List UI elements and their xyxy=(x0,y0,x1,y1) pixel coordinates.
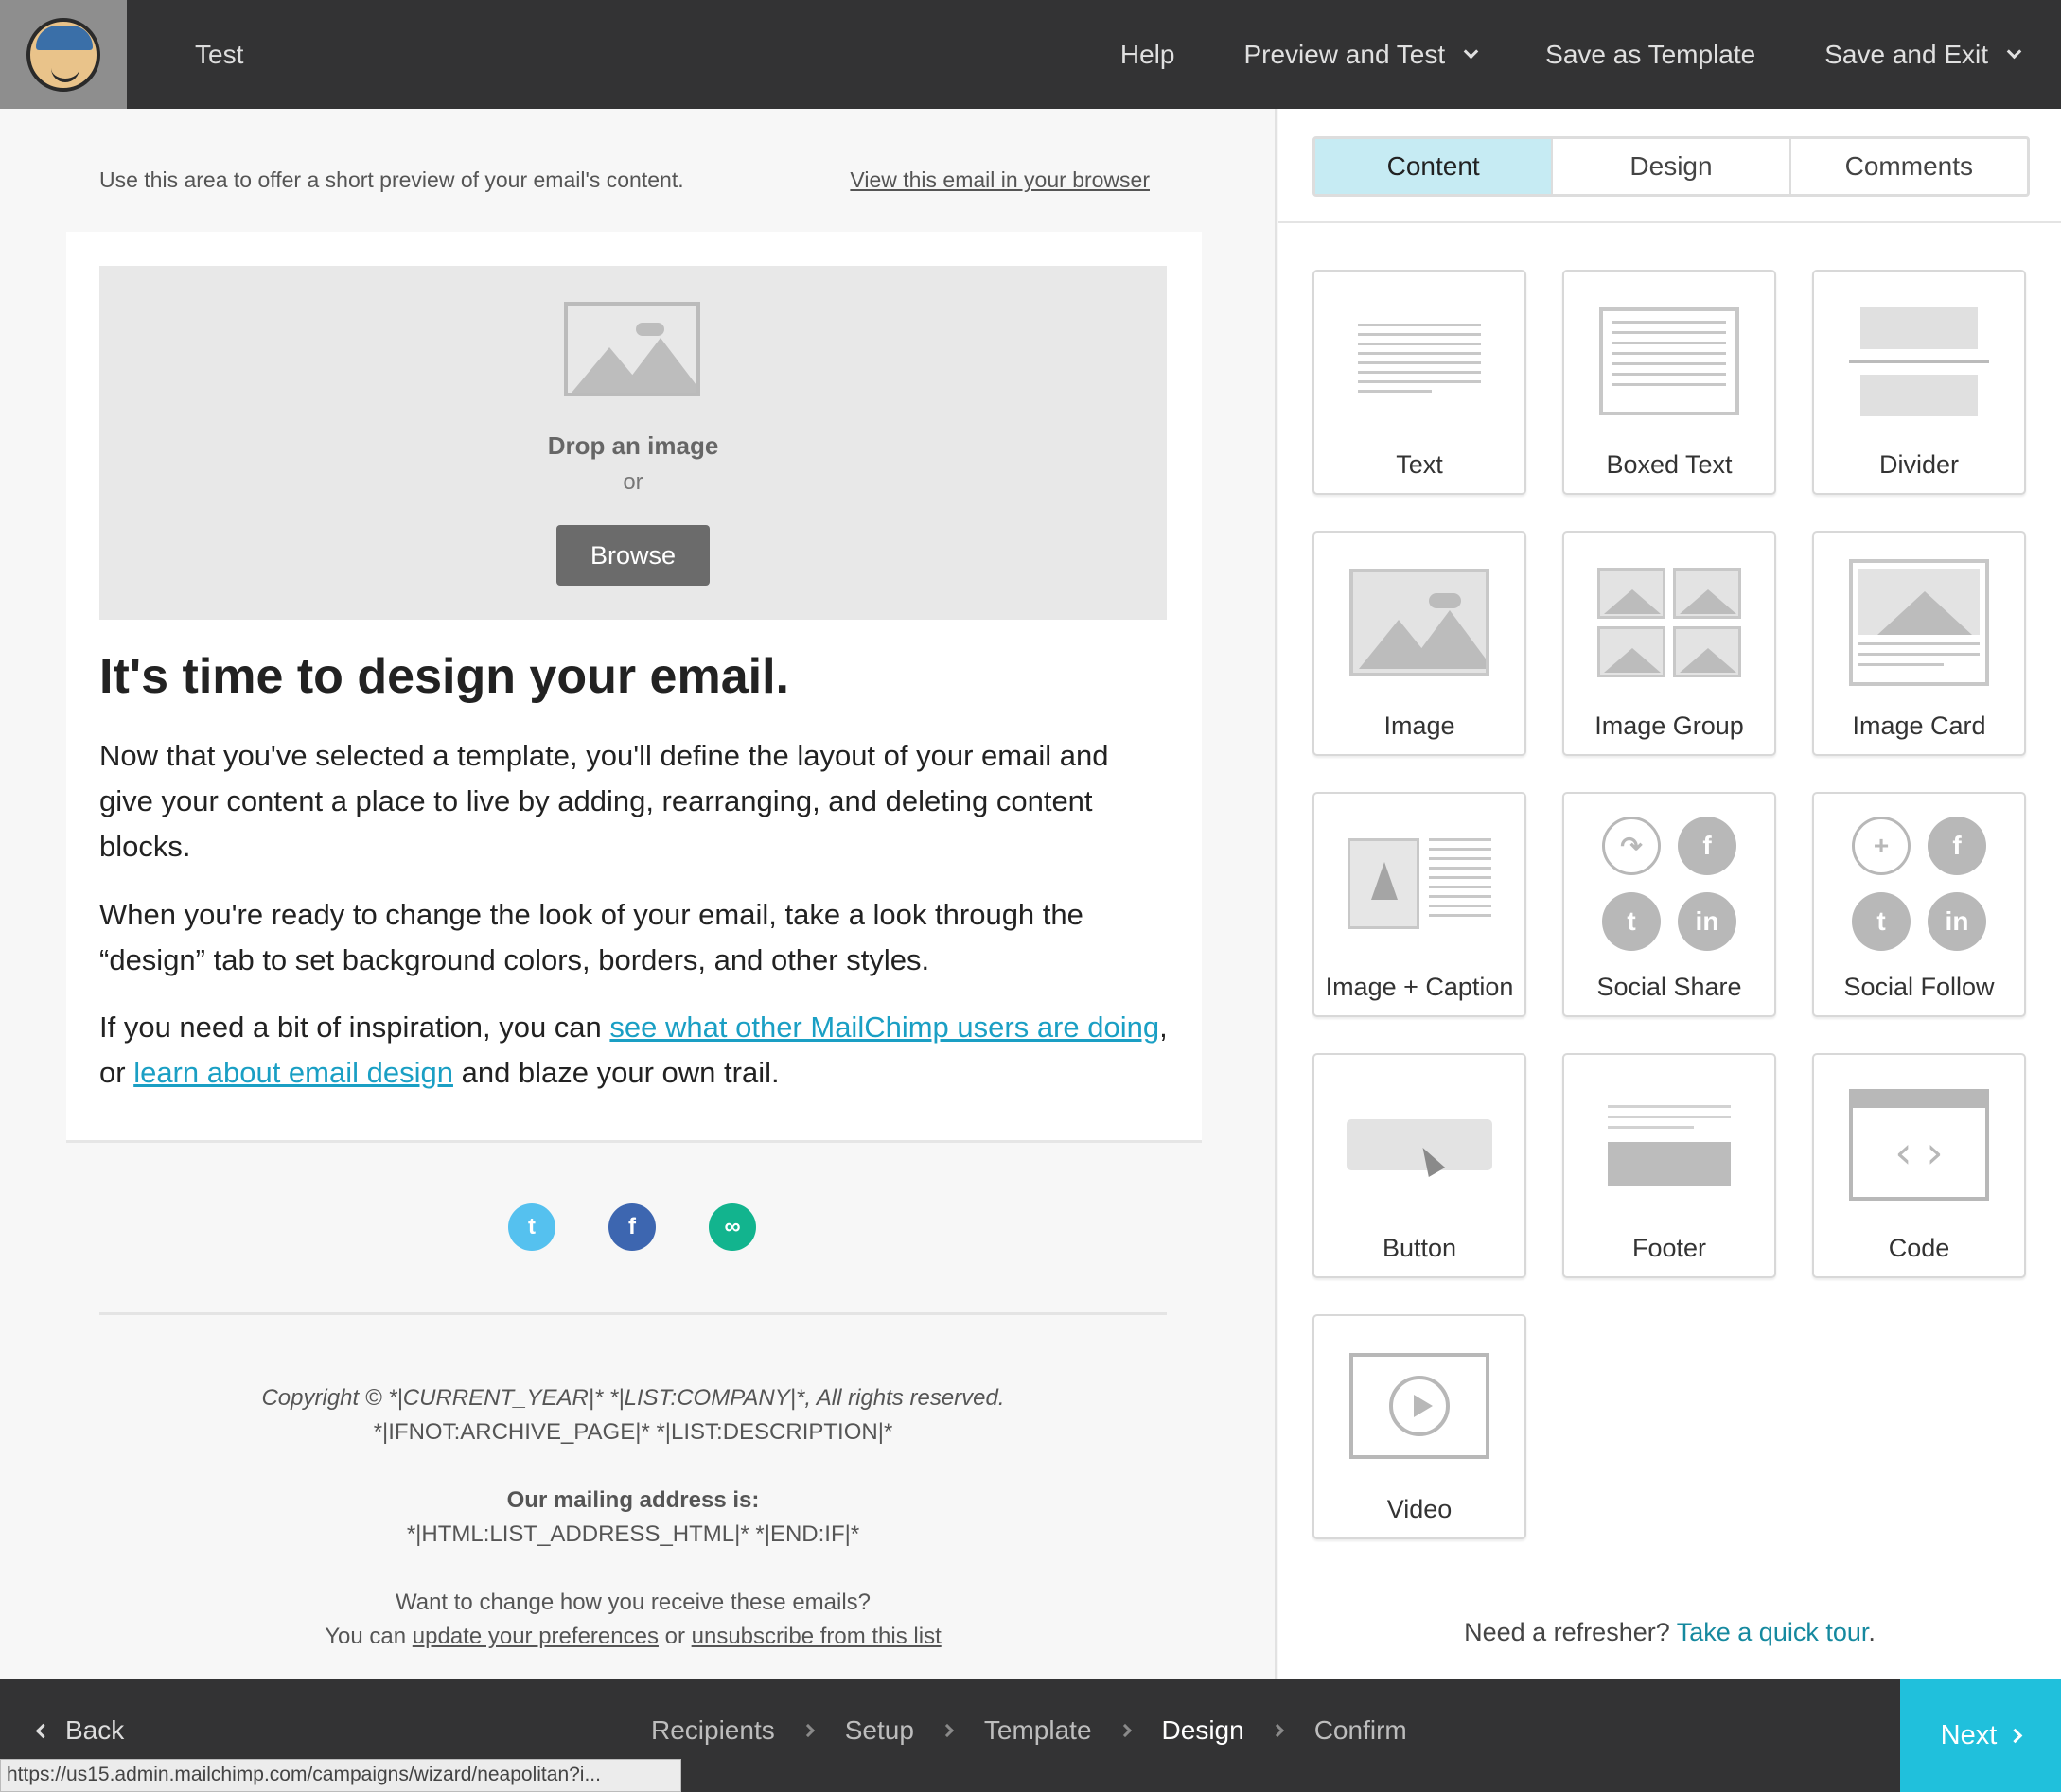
back-button[interactable]: Back xyxy=(35,1715,124,1746)
step-template[interactable]: Template xyxy=(984,1715,1092,1746)
link-icon[interactable]: ∞ xyxy=(709,1203,756,1251)
campaign-title: Test xyxy=(195,39,244,69)
chevron-right-icon xyxy=(2008,1728,2023,1744)
button-cursor-icon xyxy=(1347,1119,1492,1170)
chevron-right-icon xyxy=(1270,1723,1284,1738)
block-text[interactable]: Text xyxy=(1312,270,1526,495)
social-follow-icon: + f t in xyxy=(1852,817,1986,951)
panel-tabs: Content Design Comments xyxy=(1312,136,2030,197)
freddie-icon xyxy=(26,17,100,92)
social-share-row[interactable]: t f ∞ xyxy=(508,1203,809,1251)
tab-content[interactable]: Content xyxy=(1315,139,1554,194)
block-social-share[interactable]: ↷ f t in Social Share xyxy=(1562,792,1776,1017)
refresher-text: Need a refresher? Take a quick tour. xyxy=(1464,1618,1876,1646)
view-in-browser-link[interactable]: View this email in your browser xyxy=(850,167,1150,193)
image-placeholder-icon xyxy=(564,302,700,396)
block-image-group[interactable]: Image Group xyxy=(1562,531,1776,756)
block-boxed-text[interactable]: Boxed Text xyxy=(1562,270,1776,495)
step-setup[interactable]: Setup xyxy=(845,1715,914,1746)
next-button[interactable]: Next xyxy=(1900,1679,2061,1792)
preheader-text[interactable]: Use this area to offer a short preview o… xyxy=(99,167,684,193)
twitter-icon[interactable]: t xyxy=(508,1203,555,1251)
block-image[interactable]: Image xyxy=(1312,531,1526,756)
facebook-icon[interactable]: f xyxy=(608,1203,656,1251)
footer-preferences-line: You can update your preferences or unsub… xyxy=(325,1624,942,1649)
browse-button[interactable]: Browse xyxy=(556,525,710,586)
image-caption-icon xyxy=(1348,838,1491,929)
mailchimp-logo[interactable] xyxy=(0,0,127,109)
unsubscribe-link[interactable]: unsubscribe from this list xyxy=(692,1624,942,1649)
inspiration-link[interactable]: see what other MailChimp users are doing xyxy=(609,1010,1159,1044)
email-design-link[interactable]: learn about email design xyxy=(133,1056,453,1089)
block-button[interactable]: Button xyxy=(1312,1053,1526,1278)
email-body-block[interactable]: Drop an image or Browse It's time to des… xyxy=(66,232,1202,1143)
block-social-follow[interactable]: + f t in Social Follow xyxy=(1812,792,2026,1017)
code-icon: ‹ › xyxy=(1849,1089,1989,1201)
image-icon xyxy=(1349,569,1489,676)
footer-copyright: Copyright © *|CURRENT_YEAR|* *|LIST:COMP… xyxy=(261,1385,1005,1411)
step-design[interactable]: Design xyxy=(1162,1715,1244,1746)
image-dropzone[interactable]: Drop an image or Browse xyxy=(99,266,1167,620)
chevron-right-icon xyxy=(1118,1723,1132,1738)
status-bar-url: https://us15.admin.mailchimp.com/campaig… xyxy=(0,1759,681,1792)
text-block-icon xyxy=(1358,324,1481,399)
chevron-right-icon xyxy=(801,1723,815,1738)
body-paragraph-3[interactable]: If you need a bit of inspiration, you ca… xyxy=(99,1005,1169,1096)
footer-change-question: Want to change how you receive these ema… xyxy=(395,1590,872,1615)
footer-address-value: *|HTML:LIST_ADDRESS_HTML|* *|END:IF|* xyxy=(406,1521,860,1547)
body-paragraph-1[interactable]: Now that you've selected a template, you… xyxy=(99,733,1169,870)
footer-address-label: Our mailing address is: xyxy=(506,1487,760,1513)
save-and-exit-menu[interactable]: Save and Exit xyxy=(1824,40,2022,70)
boxed-text-icon xyxy=(1599,307,1739,415)
chevron-left-icon xyxy=(35,1723,51,1738)
save-as-template-button[interactable]: Save as Template xyxy=(1545,40,1755,70)
email-headline[interactable]: It's time to design your email. xyxy=(99,648,789,705)
quick-tour-link[interactable]: Take a quick tour xyxy=(1677,1618,1869,1646)
drop-or-label: or xyxy=(623,469,643,495)
email-preview-pane: Use this area to offer a short preview o… xyxy=(0,109,1277,1679)
divider-icon xyxy=(1849,307,1989,416)
step-confirm[interactable]: Confirm xyxy=(1314,1715,1407,1746)
step-recipients[interactable]: Recipients xyxy=(651,1715,775,1746)
image-card-icon xyxy=(1849,559,1989,686)
block-divider[interactable]: Divider xyxy=(1812,270,2026,495)
tab-comments[interactable]: Comments xyxy=(1791,139,2027,194)
image-group-icon xyxy=(1597,568,1741,677)
footer-icon xyxy=(1608,1104,1731,1186)
chevron-down-icon xyxy=(1463,44,1479,60)
tabs-divider xyxy=(1278,221,2061,223)
block-video[interactable]: Video xyxy=(1312,1314,1526,1539)
body-paragraph-2[interactable]: When you're ready to change the look of … xyxy=(99,892,1169,983)
footer-description: *|IFNOT:ARCHIVE_PAGE|* *|LIST:DESCRIPTIO… xyxy=(373,1419,893,1445)
preview-and-test-menu[interactable]: Preview and Test xyxy=(1243,40,1479,70)
drop-image-label: Drop an image xyxy=(547,431,719,460)
top-nav: Help Preview and Test Save as Template S… xyxy=(1120,0,2061,109)
tab-design[interactable]: Design xyxy=(1553,139,1791,194)
wizard-steps: Recipients Setup Template Design Confirm xyxy=(651,1715,1407,1746)
content-blocks-panel: Content Design Comments Text Boxed Text … xyxy=(1278,109,2061,1679)
help-link[interactable]: Help xyxy=(1120,40,1175,70)
block-code[interactable]: ‹ › Code xyxy=(1812,1053,2026,1278)
footer-divider xyxy=(99,1312,1167,1315)
top-bar: Test Help Preview and Test Save as Templ… xyxy=(0,0,2061,109)
preheader: Use this area to offer a short preview o… xyxy=(99,167,1150,193)
block-image-caption[interactable]: Image + Caption xyxy=(1312,792,1526,1017)
social-share-icon: ↷ f t in xyxy=(1602,817,1736,951)
chevron-right-icon xyxy=(940,1723,954,1738)
email-footer[interactable]: Copyright © *|CURRENT_YEAR|* *|LIST:COMP… xyxy=(99,1381,1167,1654)
video-play-icon xyxy=(1349,1353,1489,1459)
block-footer[interactable]: Footer xyxy=(1562,1053,1776,1278)
chevron-down-icon xyxy=(2006,44,2022,60)
update-preferences-link[interactable]: update your preferences xyxy=(413,1624,659,1649)
blocks-grid: Text Boxed Text Divider Image Image Grou… xyxy=(1312,270,2026,1539)
block-image-card[interactable]: Image Card xyxy=(1812,531,2026,756)
